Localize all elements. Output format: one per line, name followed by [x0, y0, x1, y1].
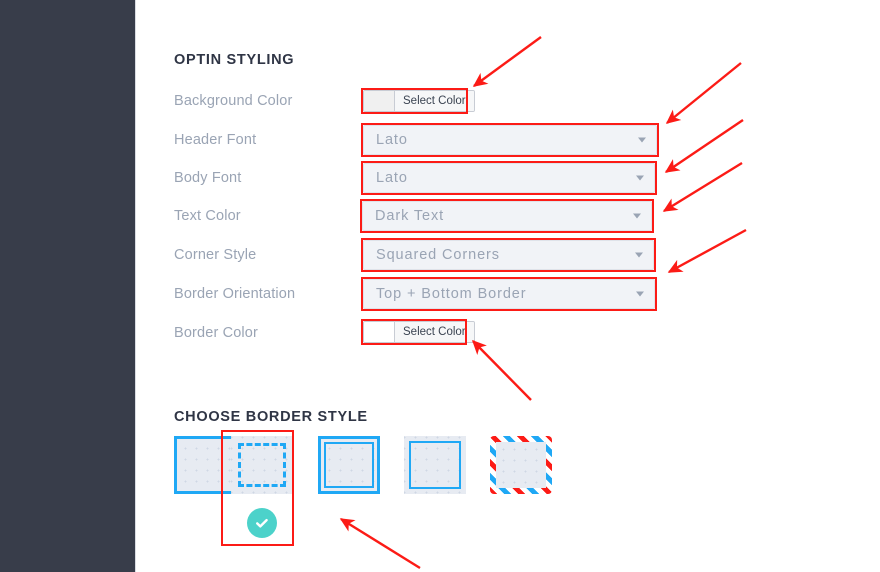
border-style-option-double[interactable]	[318, 436, 380, 494]
label-border-orientation: Border Orientation	[174, 286, 296, 302]
border-orientation-select[interactable]: Top + Bottom Border	[363, 279, 655, 309]
header-font-value: Lato	[376, 132, 408, 148]
chevron-down-icon	[633, 213, 641, 219]
chevron-down-icon	[636, 175, 644, 181]
border-color-picker-button[interactable]: Select Color	[363, 321, 475, 343]
left-sidebar	[0, 0, 136, 572]
border-orientation-value: Top + Bottom Border	[376, 286, 527, 302]
border-style-option-dashed[interactable]	[231, 436, 293, 538]
border-style-preview-double[interactable]	[318, 436, 380, 494]
background-color-button-label: Select Color	[395, 91, 474, 111]
field-row-border-color: Border Color Select Color	[137, 318, 880, 348]
label-background-color: Background Color	[174, 93, 293, 109]
body-font-select[interactable]: Lato	[363, 163, 655, 193]
chevron-down-icon	[635, 252, 643, 258]
page-title: OPTIN STYLING	[174, 52, 295, 68]
thin-border-icon	[409, 441, 461, 489]
border-style-option-striped[interactable]	[490, 436, 552, 494]
field-row-corner-style: Corner Style Squared Corners	[137, 238, 880, 272]
border-color-swatch[interactable]	[364, 322, 395, 342]
text-color-value: Dark Text	[375, 208, 445, 224]
body-font-value: Lato	[376, 170, 408, 186]
border-style-option-solid[interactable]	[174, 436, 236, 494]
border-style-heading: CHOOSE BORDER STYLE	[174, 409, 368, 425]
border-color-button-label: Select Color	[395, 322, 474, 342]
label-header-font: Header Font	[174, 132, 257, 148]
double-border-icon	[318, 436, 380, 494]
field-row-body-font: Body Font Lato	[137, 161, 880, 195]
field-row-header-font: Header Font Lato	[137, 123, 880, 157]
border-style-preview-striped[interactable]	[490, 436, 552, 494]
selected-check-badge	[247, 508, 277, 538]
background-color-swatch[interactable]	[364, 91, 395, 111]
app-root: OPTIN STYLING Background Color Select Co…	[0, 0, 880, 572]
chevron-down-icon	[638, 137, 646, 143]
header-font-select[interactable]: Lato	[363, 125, 657, 155]
field-row-text-color: Text Color Dark Text	[137, 199, 880, 233]
background-color-picker-button[interactable]: Select Color	[363, 90, 475, 112]
label-corner-style: Corner Style	[174, 247, 257, 263]
field-row-border-orientation: Border Orientation Top + Bottom Border	[137, 277, 880, 311]
border-style-option-thin[interactable]	[404, 436, 466, 494]
label-body-font: Body Font	[174, 170, 242, 186]
field-row-background-color: Background Color Select Color	[137, 86, 880, 116]
text-color-select[interactable]: Dark Text	[362, 201, 652, 231]
label-border-color: Border Color	[174, 325, 258, 341]
striped-border-icon	[490, 436, 552, 494]
dashed-border-icon	[238, 443, 286, 487]
border-style-preview-dashed[interactable]	[231, 436, 293, 494]
corner-style-value: Squared Corners	[376, 247, 500, 263]
solid-border-icon	[174, 436, 236, 494]
corner-style-select[interactable]: Squared Corners	[363, 240, 654, 270]
chevron-down-icon	[636, 291, 644, 297]
border-style-options	[174, 436, 774, 546]
border-style-preview-thin[interactable]	[404, 436, 466, 494]
border-style-preview-solid[interactable]	[174, 436, 236, 494]
label-text-color: Text Color	[174, 208, 241, 224]
settings-panel: OPTIN STYLING Background Color Select Co…	[137, 0, 880, 572]
